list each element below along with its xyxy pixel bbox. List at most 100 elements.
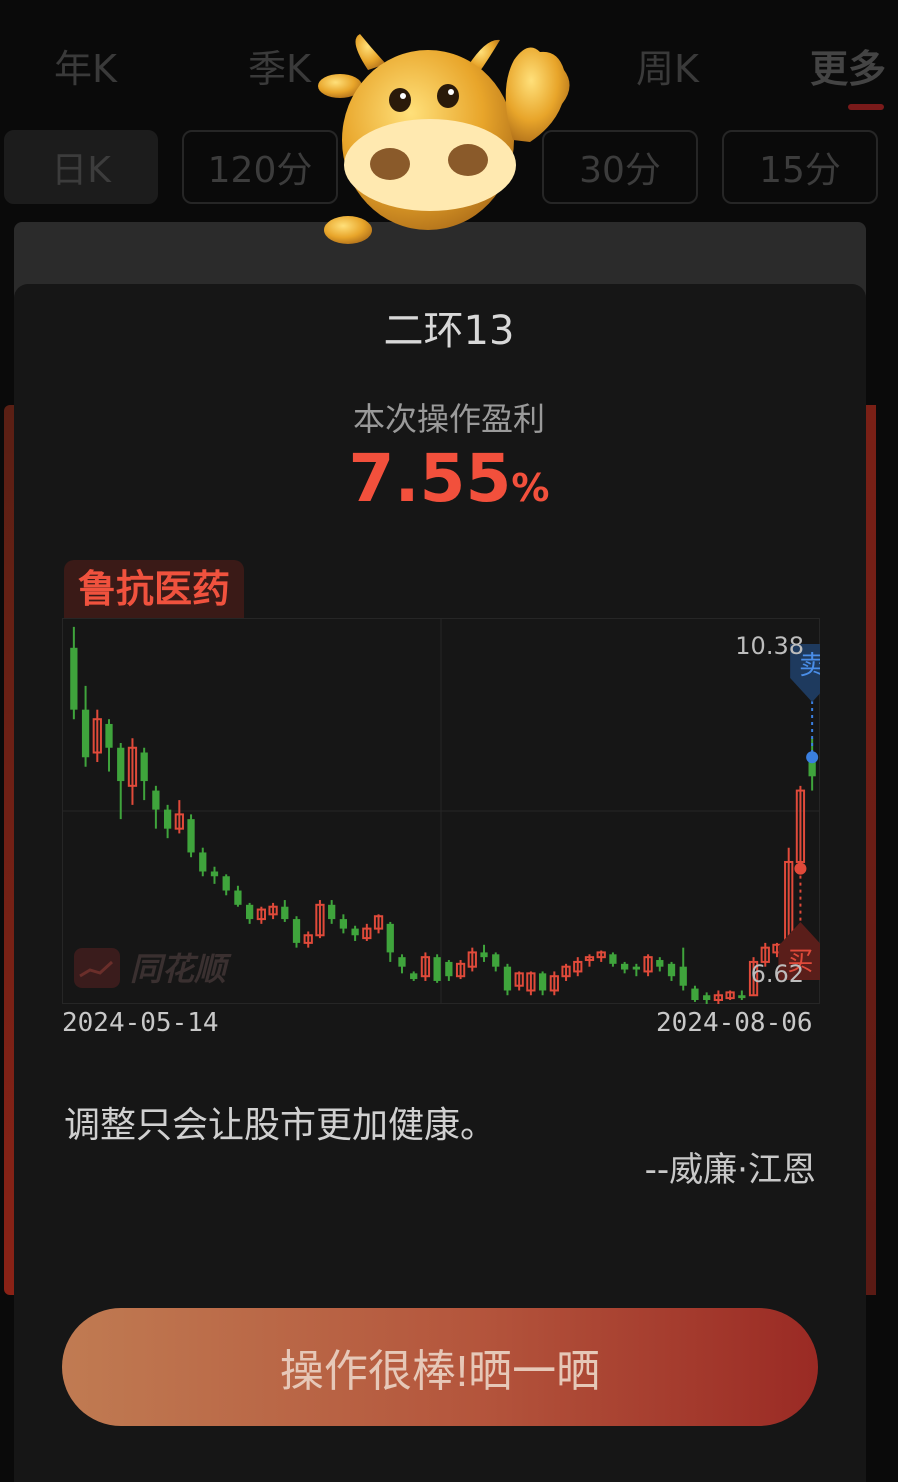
candle <box>70 626 78 720</box>
candle-body <box>187 819 195 853</box>
candle <box>351 925 359 941</box>
candle-body <box>386 923 394 953</box>
candle <box>725 990 735 1000</box>
candle <box>373 914 384 934</box>
sell-point <box>806 751 819 764</box>
watermark-logo: 同花顺 <box>74 948 232 988</box>
candle-body <box>679 966 687 986</box>
mascot-nostril-left <box>370 148 410 180</box>
candle <box>573 957 583 977</box>
mascot-nostril-right <box>448 144 488 176</box>
candle <box>163 804 172 839</box>
candle-body <box>480 952 488 958</box>
candle-body <box>234 890 242 905</box>
candle <box>656 957 664 972</box>
candle <box>303 931 313 948</box>
chart-end-date: 2024-08-06 <box>656 1008 813 1038</box>
tab-year-k[interactable]: 年K <box>54 38 117 93</box>
quote-author: --威廉·江恩 <box>644 1150 816 1190</box>
candle-body <box>410 973 418 980</box>
candle-body <box>609 954 617 964</box>
profit-unit: % <box>511 466 550 510</box>
candle <box>81 685 90 767</box>
candle-body <box>81 709 90 758</box>
candle <box>738 990 746 1000</box>
mascot-snout <box>344 119 516 211</box>
candle-body <box>339 919 348 929</box>
candle <box>584 954 595 967</box>
candle-body <box>210 871 219 877</box>
candle <box>667 961 676 981</box>
candle-body <box>351 928 359 936</box>
candle <box>561 963 571 981</box>
candle <box>174 800 184 834</box>
candle-body <box>152 790 160 810</box>
candle-body <box>117 747 125 782</box>
candle-body <box>492 954 500 967</box>
chart-grid <box>62 618 820 1004</box>
cow-mascot <box>318 34 570 244</box>
candle <box>292 916 301 948</box>
candle-body <box>70 647 78 710</box>
tab-quarter-k[interactable]: 季K <box>248 38 311 93</box>
candle <box>199 847 207 877</box>
candle <box>514 971 524 991</box>
candle <box>538 971 547 996</box>
candle-body <box>292 919 301 943</box>
candle-body <box>667 963 676 977</box>
candle <box>609 952 617 967</box>
profit-number: 7.55 <box>348 440 512 517</box>
candle <box>92 709 102 763</box>
candle-body <box>398 957 406 967</box>
candle <box>691 985 699 1002</box>
candle <box>328 900 336 924</box>
candle-body <box>738 995 746 999</box>
share-button[interactable]: 操作很棒!晒一晒 <box>62 1308 818 1426</box>
candle <box>445 960 453 981</box>
candle-body <box>246 904 254 920</box>
candle-body <box>691 988 699 1000</box>
tab-more[interactable]: 更多 <box>810 38 886 93</box>
candle <box>713 990 724 1004</box>
candle <box>386 921 394 962</box>
candle <box>433 954 441 983</box>
candle <box>127 738 138 805</box>
candle <box>281 900 289 922</box>
y-max-label: 10.38 <box>735 632 804 660</box>
candle <box>187 814 195 858</box>
candle <box>503 963 512 996</box>
candle-body <box>703 995 711 1000</box>
candle-body <box>328 904 336 920</box>
tab-week-k[interactable]: 周K <box>636 38 699 93</box>
chart-start-date: 2024-05-14 <box>62 1008 219 1038</box>
candle <box>643 954 653 977</box>
candle <box>596 950 606 962</box>
candle <box>492 952 500 972</box>
candle <box>140 747 148 801</box>
y-min-label: 6.62 <box>751 960 804 988</box>
period-15min[interactable]: 15分 <box>722 130 878 204</box>
period-day-k[interactable]: 日K <box>4 130 158 204</box>
watermark-text: 同花顺 <box>130 950 232 988</box>
candle <box>420 952 431 981</box>
candle-body <box>538 973 547 991</box>
mascot-eye-right <box>437 84 459 108</box>
quote-text: 调整只会让股市更加健康。 <box>64 1105 497 1146</box>
period-120min[interactable]: 120分 <box>182 130 338 204</box>
candle <box>679 947 687 991</box>
background-panel-edge <box>4 405 14 1295</box>
candle <box>152 785 160 829</box>
candle <box>234 885 242 907</box>
background-panel-edge <box>866 405 876 1295</box>
candle-body <box>503 966 512 991</box>
watermark-icon <box>74 948 120 988</box>
candle <box>632 963 640 977</box>
candle-body <box>281 906 289 920</box>
mascot-paw <box>324 216 372 244</box>
tab-active-indicator <box>848 104 884 110</box>
candle <box>256 906 266 924</box>
candle-body <box>632 966 640 970</box>
profit-label: 本次操作盈利 <box>352 400 545 438</box>
candle <box>105 719 113 772</box>
candle <box>703 992 711 1004</box>
